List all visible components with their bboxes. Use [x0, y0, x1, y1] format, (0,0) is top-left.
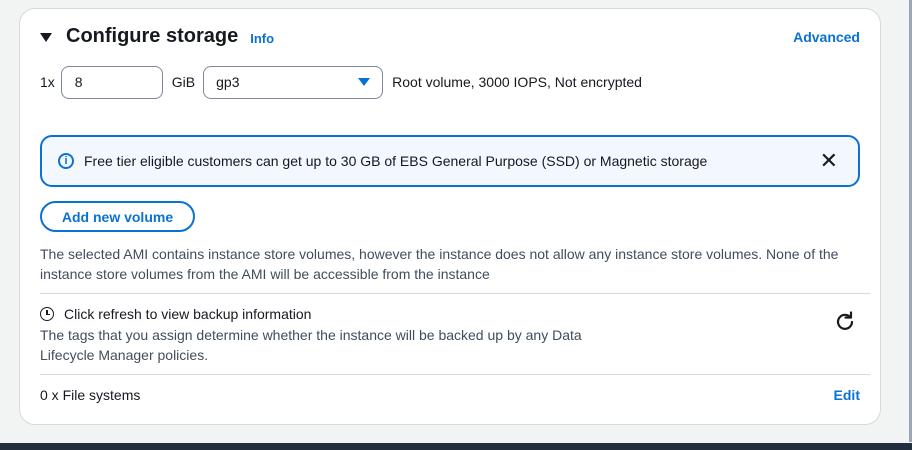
volume-row: 1x 8 GiB gp3 Root volume, 3000 IOPS, Not…: [40, 65, 642, 99]
advanced-link[interactable]: Advanced: [793, 29, 860, 45]
refresh-icon[interactable]: [835, 311, 855, 331]
dropdown-caret-icon: [358, 78, 371, 86]
add-new-volume-button[interactable]: Add new volume: [40, 201, 195, 232]
ami-instance-store-note: The selected AMI contains instance store…: [40, 246, 839, 282]
file-systems-label: 0 x File systems: [40, 387, 141, 403]
volume-type-select[interactable]: gp3: [203, 65, 384, 99]
panel-title[interactable]: Configure storage: [66, 25, 238, 48]
backup-title-text: Click refresh to view backup information: [64, 306, 312, 322]
taskbar-strip: [0, 443, 912, 450]
volume-quantity-label: 1x: [40, 74, 55, 90]
volume-description: Root volume, 3000 IOPS, Not encrypted: [392, 74, 642, 90]
clock-icon: [40, 307, 54, 321]
volume-size-input[interactable]: 8: [60, 65, 163, 99]
caret-down-icon[interactable]: [40, 33, 52, 42]
info-circle-icon: i: [58, 153, 74, 169]
volume-size-value: 8: [74, 74, 83, 90]
volume-type-value: gp3: [216, 74, 240, 90]
divider: [40, 374, 870, 375]
volume-size-unit: GiB: [171, 74, 196, 90]
free-tier-alert: i Free tier eligible customers can get u…: [40, 135, 860, 187]
configure-storage-panel: Configure storage Info Advanced 1x 8 GiB…: [19, 8, 881, 425]
close-icon[interactable]: ✕: [820, 150, 838, 172]
alert-message: Free tier eligible customers can get up …: [84, 153, 708, 169]
backup-info-title: Click refresh to view backup information: [40, 306, 311, 322]
info-link[interactable]: Info: [250, 31, 274, 46]
edit-file-systems-link[interactable]: Edit: [834, 387, 860, 403]
divider: [40, 293, 870, 294]
backup-description: The tags that you assign determine wheth…: [40, 327, 582, 363]
panel-header: Configure storage Info: [40, 25, 274, 48]
